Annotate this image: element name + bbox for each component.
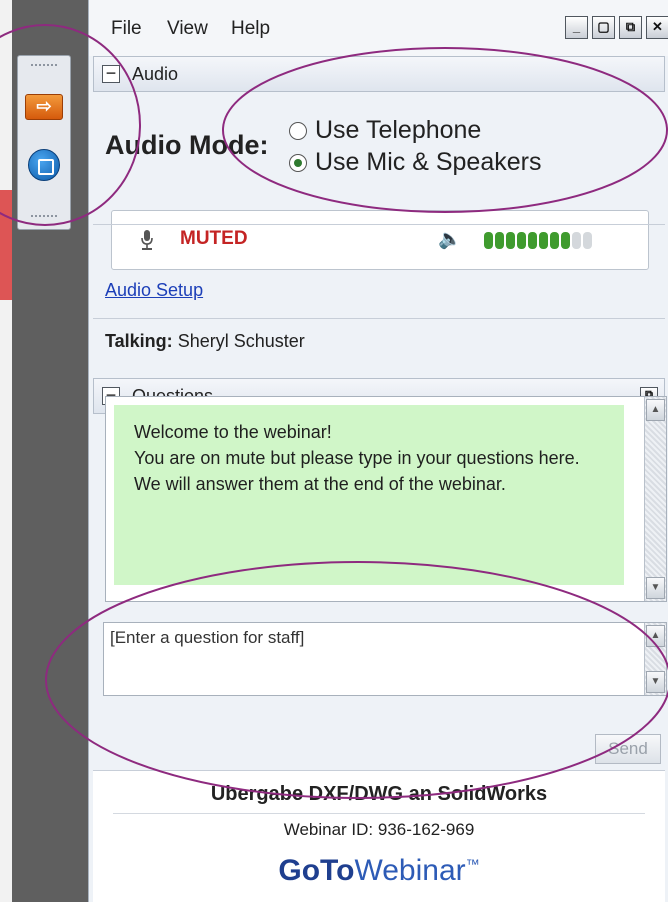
radio-telephone-icon[interactable] — [289, 121, 307, 140]
gotowebinar-logo: GoToWebinar™ — [93, 854, 665, 888]
radio-use-telephone[interactable]: Use Telephone — [289, 116, 481, 145]
webinar-title: Ubergabe DXF/DWG an SolidWorks — [210, 783, 548, 805]
audio-mode-label: Audio Mode: — [105, 130, 269, 160]
grip-top-icon[interactable] — [31, 64, 57, 70]
radio-telephone-label: Use Telephone — [315, 116, 482, 144]
radio-use-mic-speakers[interactable]: Use Mic & Speakers — [289, 148, 541, 177]
volume-level-meter — [484, 232, 592, 249]
audio-header-title: Audio — [132, 64, 179, 84]
level-dot — [550, 232, 559, 249]
input-scrollbar[interactable]: ▲ ▼ — [644, 623, 666, 695]
audio-section-header[interactable]: − Audio — [93, 56, 665, 92]
level-dot — [539, 232, 548, 249]
welcome-line-2: You are on mute but please type in your … — [134, 448, 580, 494]
question-input[interactable]: [Enter a question for staff] ▲ ▼ — [103, 622, 667, 696]
mute-status: MUTED — [180, 228, 248, 249]
level-dot — [484, 232, 493, 249]
desktop-edge — [0, 0, 12, 902]
footer-divider — [113, 813, 645, 814]
welcome-message: Welcome to the webinar! You are on mute … — [114, 405, 624, 585]
webinar-footer: Ubergabe DXF/DWG an SolidWorks Webinar I… — [93, 770, 665, 902]
brand-light: Webinar — [354, 854, 466, 887]
talking-name: Sheryl Schuster — [177, 331, 305, 351]
level-dot — [583, 232, 592, 249]
talking-label: Talking: — [105, 331, 173, 351]
divider-talking-top — [93, 318, 665, 319]
restore-button[interactable]: ▢ — [592, 16, 615, 39]
menu-file[interactable]: File — [111, 18, 142, 40]
minus-icon[interactable]: − — [102, 64, 120, 83]
webinar-id: Webinar ID: 936-162-969 — [283, 820, 475, 839]
minimize-button[interactable]: _ — [565, 16, 588, 39]
speaker-icon[interactable]: 🔈 — [438, 227, 462, 251]
level-dot — [572, 232, 581, 249]
scroll-down-icon[interactable]: ▼ — [646, 671, 665, 693]
menu-help[interactable]: Help — [231, 18, 270, 40]
control-mini-panel: ⇨ — [17, 55, 71, 230]
scroll-down-icon[interactable]: ▼ — [646, 577, 665, 599]
level-dot — [506, 232, 515, 249]
send-button[interactable]: Send — [595, 734, 661, 764]
talking-indicator: Talking: Sheryl Schuster — [105, 331, 305, 352]
divider-audio-setup — [93, 224, 665, 225]
mic-icon[interactable] — [140, 229, 154, 251]
level-dot — [528, 232, 537, 249]
scroll-up-icon[interactable]: ▲ — [646, 625, 665, 647]
brand-tm: ™ — [465, 856, 480, 872]
grip-bottom-icon[interactable] — [31, 215, 57, 221]
radio-mic-speakers-icon[interactable] — [289, 153, 307, 172]
questions-log[interactable]: Welcome to the webinar! You are on mute … — [105, 396, 667, 602]
brand-bold: GoTo — [278, 854, 355, 887]
level-dot — [495, 232, 504, 249]
log-scrollbar[interactable]: ▲ ▼ — [644, 397, 666, 601]
popout-button[interactable]: ⧉ — [619, 16, 642, 39]
audio-section-body: Audio Mode: Use Telephone Use Mic & Spea… — [93, 92, 665, 378]
radio-mic-speakers-label: Use Mic & Speakers — [315, 148, 542, 176]
level-dot — [561, 232, 570, 249]
menu-bar: File View Help _ ▢ ⧉ ✕ — [89, 0, 668, 56]
audio-status-box: MUTED 🔈 — [111, 210, 649, 270]
audio-setup-link[interactable]: Audio Setup — [105, 280, 203, 301]
close-button[interactable]: ✕ — [646, 16, 668, 39]
menu-view[interactable]: View — [167, 18, 208, 40]
gotowebinar-control-panel: File View Help _ ▢ ⧉ ✕ − Audio Audio Mod… — [88, 0, 668, 902]
question-input-placeholder: [Enter a question for staff] — [110, 628, 305, 647]
level-dot — [517, 232, 526, 249]
stop-icon[interactable] — [28, 149, 60, 181]
arrow-right-icon[interactable]: ⇨ — [25, 94, 63, 120]
scroll-up-icon[interactable]: ▲ — [646, 399, 665, 421]
desktop-red-area — [0, 190, 12, 300]
window-controls: _ ▢ ⧉ ✕ — [565, 16, 668, 39]
welcome-line-1: Welcome to the webinar! — [134, 422, 332, 442]
